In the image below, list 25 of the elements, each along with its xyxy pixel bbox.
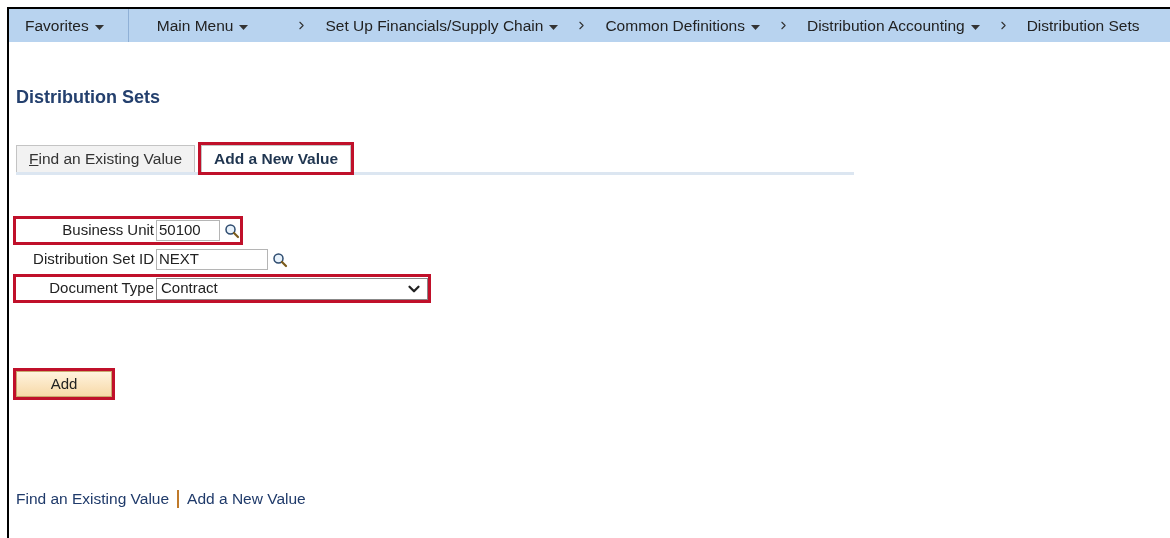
field-label: Business Unit [61,220,154,241]
caret-icon [751,25,760,30]
caret-icon [970,25,980,30]
page-title: Distribution Sets [16,86,161,109]
nav-menu[interactable]: Distribution Accounting [807,13,980,38]
input-field[interactable]: NEXT [156,249,268,270]
dropdown[interactable]: Contract [156,277,428,300]
footer-link[interactable]: Add a New Value [187,487,306,511]
caret-icon [239,25,249,30]
search-icon[interactable] [224,222,240,239]
caret-icon [94,25,104,30]
add-button[interactable]: Add [16,371,112,397]
nav-menu[interactable]: Common Definitions [605,13,760,38]
field-label: Document Type [48,278,154,299]
search-icon[interactable] [272,251,288,268]
nav-current: Distribution Sets [1026,15,1140,36]
field-label: Distribution Set ID [32,249,154,270]
nav-menu[interactable]: Favorites [9,9,129,42]
input-field[interactable]: 50100 [156,220,220,241]
nav-menu[interactable]: Set Up Financials/Supply Chain [325,13,559,38]
caret-icon [549,25,559,30]
tab[interactable]: Find an Existing Value [16,145,196,172]
nav-menu[interactable]: Main Menu [156,13,249,38]
tab[interactable]: Add a New Value [201,145,352,172]
footer-link[interactable]: Find an Existing Value [16,487,170,511]
